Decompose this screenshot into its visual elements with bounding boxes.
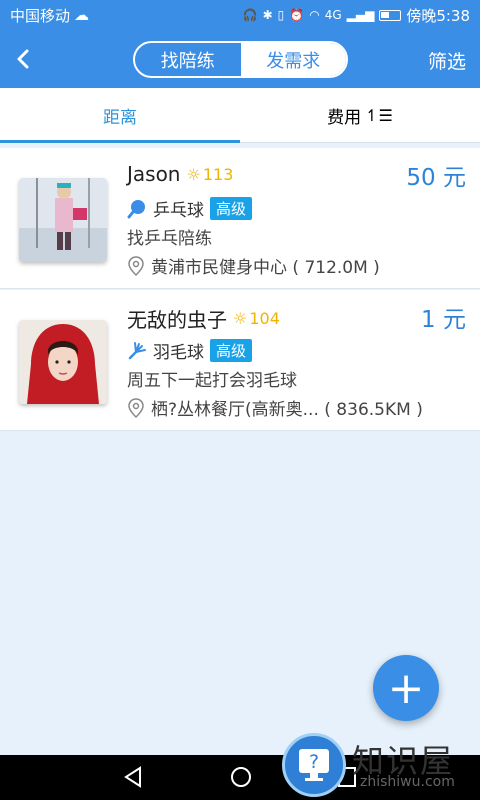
status-bar: 中国移动 ☁ 🎧 ✱ ▯ ⏰ ◠ 4G ▂▄▆ 傍晚5:38 <box>0 0 480 30</box>
name-row: Jason ☼ 113 <box>127 162 233 186</box>
battery-icon <box>379 9 402 21</box>
level-value: 104 <box>249 309 280 328</box>
filter-button[interactable]: 筛选 <box>428 47 466 74</box>
status-icons: 🎧 ✱ ▯ ⏰ ◠ 4G ▂▄▆ 傍晚5:38 <box>243 5 470 26</box>
home-circle-icon[interactable] <box>229 765 253 789</box>
vibrate-icon: ▯ <box>277 8 285 22</box>
svg-text:?: ? <box>309 751 319 773</box>
price: 50 元 <box>406 165 466 191</box>
watermark-url: zhishiwu.com <box>360 774 455 790</box>
request-description: 找乒乓陪练 <box>127 229 212 249</box>
add-request-button[interactable]: + <box>373 655 439 721</box>
ping-pong-icon <box>127 199 145 218</box>
sport-name: 乒乓球 <box>153 201 204 221</box>
bluetooth-icon: ✱ <box>262 8 273 22</box>
back-triangle-icon[interactable] <box>122 765 144 789</box>
badminton-icon <box>128 341 146 359</box>
location-text: 黄浦市民健身中心 ( 712.0M ) <box>151 258 380 278</box>
sport-row: 乒乓球 高级 <box>127 196 253 221</box>
location-row: 栖?丛林餐厅(高新奥... ( 836.5KM ) <box>127 395 423 420</box>
signal-icon: ▂▄▆ <box>346 8 375 22</box>
find-partner-tab[interactable]: 找陪练 <box>135 43 241 76</box>
sort-tabs: 距离 费用 ↿☰ <box>0 88 480 143</box>
alarm-icon: ⏰ <box>289 8 305 22</box>
request-list: Jason ☼ 113 50 元 乒乓球 高级 找乒乓陪练 黄浦市民健身中心 (… <box>0 148 480 431</box>
cloud-icon: ☁ <box>74 6 90 24</box>
skill-badge: 高级 <box>210 339 253 362</box>
skill-badge: 高级 <box>210 197 253 220</box>
mode-toggle: 找陪练 发需求 <box>133 41 348 78</box>
tab-cost-label: 费用 <box>327 107 362 128</box>
headset-icon: 🎧 <box>242 8 258 22</box>
sun-level-icon: ☼ <box>186 164 201 184</box>
wifi-icon: ◠ <box>309 8 320 22</box>
tab-distance[interactable]: 距离 <box>0 88 240 143</box>
user-name: Jason <box>127 162 181 186</box>
level-badge: ☼ 113 <box>187 165 234 184</box>
user-name: 无敌的虫子 <box>127 308 227 332</box>
list-item[interactable]: Jason ☼ 113 50 元 乒乓球 高级 找乒乓陪练 黄浦市民健身中心 (… <box>0 148 480 289</box>
carrier-label: 中国移动 <box>10 6 71 25</box>
post-request-tab[interactable]: 发需求 <box>240 43 346 76</box>
signal-label: 4G <box>324 8 342 22</box>
name-row: 无敌的虫子 ☼ 104 <box>127 304 280 333</box>
avatar <box>19 178 107 262</box>
level-badge: ☼ 104 <box>233 309 280 328</box>
sun-level-icon: ☼ <box>233 309 248 328</box>
sport-name: 羽毛球 <box>153 343 204 363</box>
avatar <box>19 320 107 404</box>
location-pin-icon <box>128 255 144 276</box>
tab-cost[interactable]: 费用 ↿☰ <box>240 88 480 142</box>
top-navbar: 找陪练 发需求 筛选 <box>0 30 480 88</box>
help-monitor-icon: ? <box>299 749 329 781</box>
location-pin-icon <box>128 397 144 418</box>
avatar-photo-red-hood <box>19 320 107 404</box>
location-row: 黄浦市民健身中心 ( 712.0M ) <box>127 253 380 278</box>
list-item[interactable]: 无敌的虫子 ☼ 104 1 元 羽毛球 高级 周五下一起打会羽毛球 栖?丛林餐厅… <box>0 290 480 431</box>
location-text: 栖?丛林餐厅(高新奥... ( 836.5KM ) <box>151 400 423 420</box>
level-value: 113 <box>202 164 234 184</box>
sport-row: 羽毛球 高级 <box>127 338 253 363</box>
avatar-photo-sailing <box>19 178 107 262</box>
carrier: 中国移动 ☁ <box>10 5 89 26</box>
price: 1 元 <box>421 307 466 333</box>
sort-icon: ↿☰ <box>365 105 393 125</box>
back-arrow-icon[interactable] <box>12 47 36 71</box>
watermark-logo: ? <box>282 733 346 797</box>
request-description: 周五下一起打会羽毛球 <box>127 371 297 391</box>
clock: 傍晚5:38 <box>406 6 470 25</box>
tab-distance-label: 距离 <box>103 107 137 128</box>
